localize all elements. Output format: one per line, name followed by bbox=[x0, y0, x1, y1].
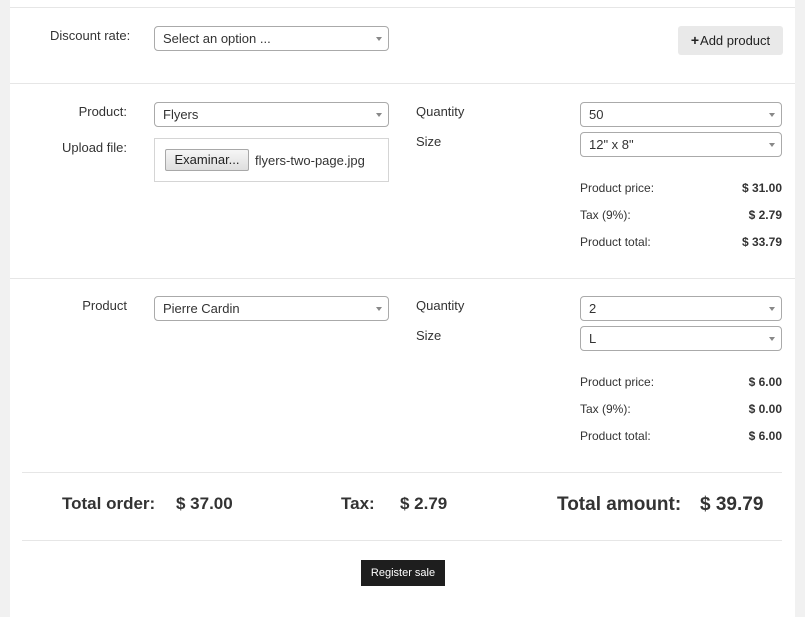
product2-size-select[interactable]: L bbox=[580, 326, 782, 351]
chevron-down-icon bbox=[376, 113, 382, 117]
chevron-down-icon bbox=[376, 307, 382, 311]
product1-price-value: $ 31.00 bbox=[741, 181, 782, 195]
chevron-down-icon bbox=[769, 143, 775, 147]
total-order-label: Total order: bbox=[62, 494, 156, 513]
summary-tax-value: $ 2.79 bbox=[400, 494, 448, 513]
product2-tax-value: $ 0.00 bbox=[748, 402, 782, 416]
divider-2 bbox=[10, 278, 795, 279]
product1-total-value: $ 33.79 bbox=[741, 235, 782, 249]
product2-select[interactable]: Pierre Cardin bbox=[154, 296, 389, 321]
upload-file-label: Upload file: bbox=[61, 140, 127, 155]
chevron-down-icon bbox=[769, 337, 775, 341]
file-upload-field: Examinar... flyers-two-page.jpg bbox=[154, 138, 389, 182]
divider-4 bbox=[22, 540, 782, 541]
product1-label: Product: bbox=[78, 104, 127, 119]
divider-3 bbox=[22, 472, 782, 473]
product1-total-label: Product total: bbox=[580, 235, 651, 249]
product1-select[interactable]: Flyers bbox=[154, 102, 389, 127]
summary-tax-label: Tax: bbox=[341, 494, 375, 513]
product1-tax-label: Tax (9%): bbox=[580, 208, 631, 222]
product2-quantity-value: 2 bbox=[589, 301, 597, 316]
product1-price-label: Product price: bbox=[580, 181, 655, 195]
product2-price-label: Product price: bbox=[580, 375, 655, 389]
divider-top bbox=[10, 7, 795, 8]
product1-size-value: 12" x 8" bbox=[589, 137, 634, 152]
product2-quantity-select[interactable]: 2 bbox=[580, 296, 782, 321]
product2-total-value: $ 6.00 bbox=[748, 429, 782, 443]
discount-label: Discount rate: bbox=[50, 28, 131, 43]
product2-tax-label: Tax (9%): bbox=[580, 402, 631, 416]
total-amount-label: Total amount: bbox=[557, 494, 682, 515]
chevron-down-icon bbox=[376, 37, 382, 41]
product2-select-value: Pierre Cardin bbox=[163, 301, 240, 316]
product2-total-label: Product total: bbox=[580, 429, 651, 443]
total-order-value: $ 37.00 bbox=[176, 494, 233, 513]
total-amount-value: $ 39.79 bbox=[700, 494, 764, 515]
product1-tax-value: $ 2.79 bbox=[748, 208, 782, 222]
add-product-label: Add product bbox=[700, 33, 771, 48]
product2-size-value: L bbox=[589, 331, 597, 346]
product1-quantity-label: Quantity bbox=[416, 104, 465, 119]
discount-select-value: Select an option ... bbox=[163, 31, 271, 46]
product2-label: Product bbox=[82, 298, 127, 313]
discount-select[interactable]: Select an option ... bbox=[154, 26, 389, 51]
product1-select-value: Flyers bbox=[163, 107, 199, 122]
product1-quantity-value: 50 bbox=[589, 107, 604, 122]
register-sale-button[interactable]: Register sale bbox=[361, 560, 445, 586]
file-name: flyers-two-page.jpg bbox=[255, 153, 365, 168]
chevron-down-icon bbox=[769, 307, 775, 311]
product1-size-select[interactable]: 12" x 8" bbox=[580, 132, 782, 157]
add-product-button[interactable]: +Add product bbox=[678, 26, 783, 55]
product1-quantity-select[interactable]: 50 bbox=[580, 102, 782, 127]
browse-button[interactable]: Examinar... bbox=[165, 149, 249, 171]
product1-size-label: Size bbox=[416, 134, 442, 149]
product2-price-value: $ 6.00 bbox=[748, 375, 782, 389]
plus-icon: + bbox=[690, 32, 700, 48]
chevron-down-icon bbox=[769, 113, 775, 117]
divider-1 bbox=[10, 83, 795, 84]
product2-quantity-label: Quantity bbox=[416, 298, 465, 313]
product2-size-label: Size bbox=[416, 328, 442, 343]
